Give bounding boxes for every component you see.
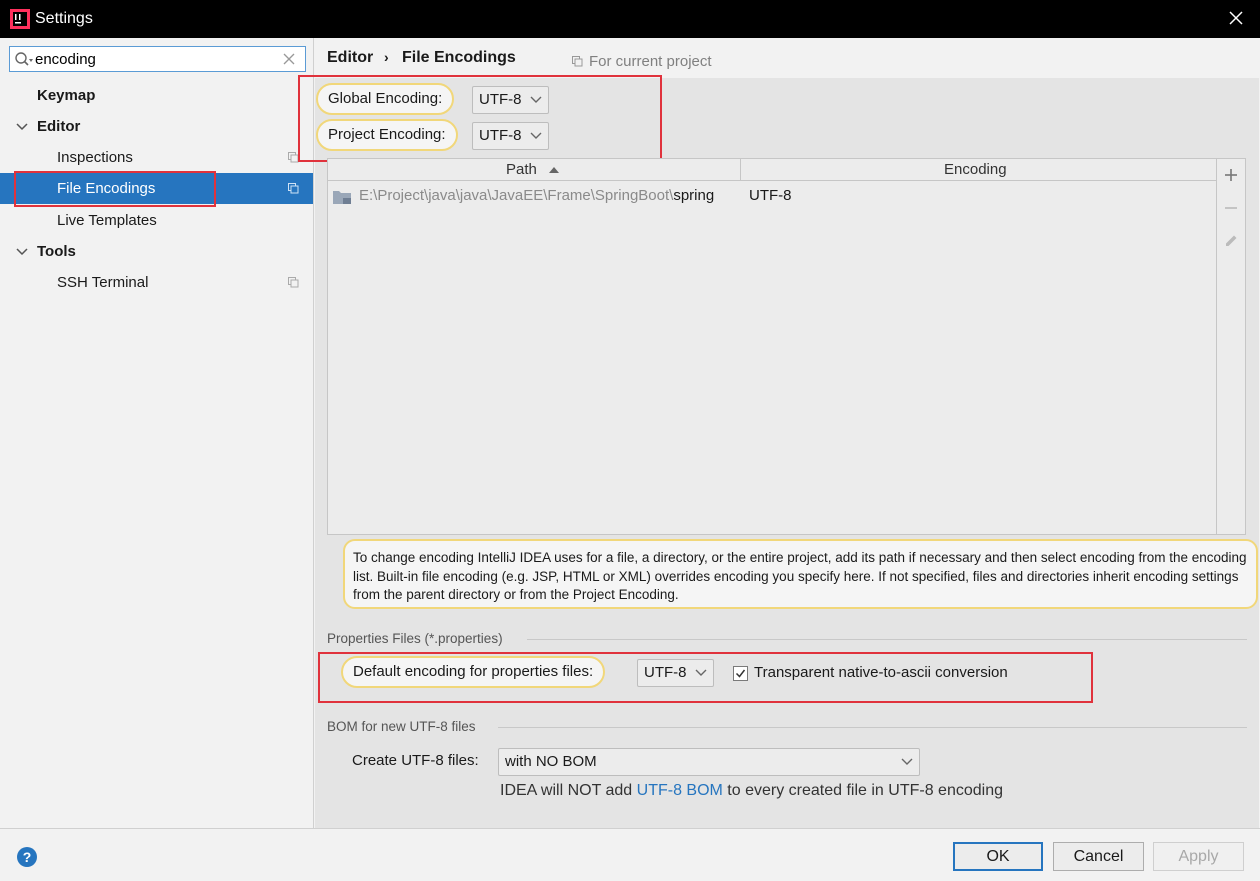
dialog-button-bar: ? OK Cancel Apply (0, 828, 1260, 881)
sidebar-item-live-templates[interactable]: Live Templates (0, 205, 313, 236)
highlight-box-encodings (298, 75, 662, 162)
column-header-encoding[interactable]: Encoding (944, 161, 1007, 178)
settings-content: Editor › File Encodings For current proj… (298, 38, 1259, 828)
intellij-app-icon (10, 9, 30, 29)
scope-label: For current project (589, 53, 712, 70)
utf8-bom-link[interactable]: UTF-8 BOM (637, 782, 723, 799)
project-scope-icon (288, 183, 299, 194)
sidebar-item-tools[interactable]: Tools (0, 236, 313, 267)
breadcrumb-separator: › (384, 49, 389, 65)
sidebar-item-label: SSH Terminal (57, 274, 149, 291)
breadcrumb-current: File Encodings (402, 49, 516, 66)
row-path-last: spring (673, 187, 715, 204)
table-row[interactable]: E:\Project\java\java\JavaEE\Frame\Spring… (359, 187, 714, 204)
sidebar-item-keymap[interactable]: Keymap (0, 80, 313, 111)
chevron-down-icon[interactable] (16, 122, 28, 132)
search-icon (15, 52, 33, 66)
edit-pencil-icon[interactable] (1223, 233, 1239, 249)
sort-ascending-icon[interactable] (548, 166, 560, 174)
ok-button[interactable]: OK (953, 842, 1043, 871)
sidebar-item-label: Inspections (57, 149, 133, 166)
create-utf8-value: with NO BOM (505, 753, 597, 770)
window-title: Settings (35, 10, 93, 27)
sidebar-item-ssh-terminal[interactable]: SSH Terminal (0, 267, 313, 298)
project-scope-icon (288, 277, 299, 288)
clear-search-icon[interactable] (281, 51, 297, 67)
search-box[interactable] (9, 46, 306, 72)
close-icon[interactable] (1226, 8, 1246, 28)
table-header: Path Encoding (328, 159, 1216, 181)
settings-sidebar: Keymap Editor Inspections File Encodings… (0, 38, 314, 828)
sidebar-item-label: Live Templates (57, 212, 157, 229)
bom-hint: IDEA will NOT add UTF-8 BOM to every cre… (500, 782, 1003, 800)
apply-button[interactable]: Apply (1153, 842, 1244, 871)
create-utf8-label: Create UTF-8 files: (352, 752, 479, 769)
search-input[interactable] (35, 49, 275, 69)
project-scope-icon (572, 56, 583, 67)
svg-text:?: ? (23, 849, 32, 865)
section-divider (527, 639, 1247, 640)
row-encoding[interactable]: UTF-8 (749, 187, 792, 204)
sidebar-item-inspections[interactable]: Inspections (0, 142, 313, 173)
row-path-prefix: E:\Project\java\java\JavaEE\Frame\Spring… (359, 187, 674, 204)
chevron-down-icon[interactable] (16, 247, 28, 257)
encoding-mapping-table[interactable]: Path Encoding E:\Project\java\java\JavaE… (327, 158, 1217, 535)
column-header-path[interactable]: Path (506, 161, 537, 178)
section-divider (498, 727, 1247, 728)
help-icon[interactable]: ? (17, 847, 37, 867)
add-icon[interactable] (1223, 167, 1239, 183)
highlight-box-properties (318, 652, 1093, 703)
bom-hint-prefix: IDEA will NOT add (500, 782, 637, 799)
sidebar-item-label: Keymap (37, 87, 96, 104)
help-note: To change encoding IntelliJ IDEA uses fo… (343, 539, 1258, 609)
sidebar-item-label: Editor (37, 118, 81, 135)
properties-section-title: Properties Files (*.properties) (327, 631, 503, 646)
bom-section-title: BOM for new UTF-8 files (327, 719, 476, 734)
bom-hint-suffix: to every created file in UTF-8 encoding (722, 782, 1003, 799)
folder-icon (333, 191, 351, 204)
breadcrumb: Editor › File Encodings For current proj… (315, 38, 1259, 78)
remove-icon[interactable] (1223, 200, 1239, 216)
table-toolbar (1217, 158, 1246, 535)
title-bar: Settings (0, 0, 1260, 38)
chevron-down-icon (901, 758, 913, 765)
create-utf8-select[interactable]: with NO BOM (498, 748, 920, 776)
sidebar-item-editor[interactable]: Editor (0, 111, 313, 142)
column-divider (740, 159, 741, 181)
sidebar-item-label: Tools (37, 243, 76, 260)
breadcrumb-parent: Editor (327, 49, 374, 66)
cancel-button[interactable]: Cancel (1053, 842, 1144, 871)
highlight-box-file-encodings (14, 171, 216, 207)
